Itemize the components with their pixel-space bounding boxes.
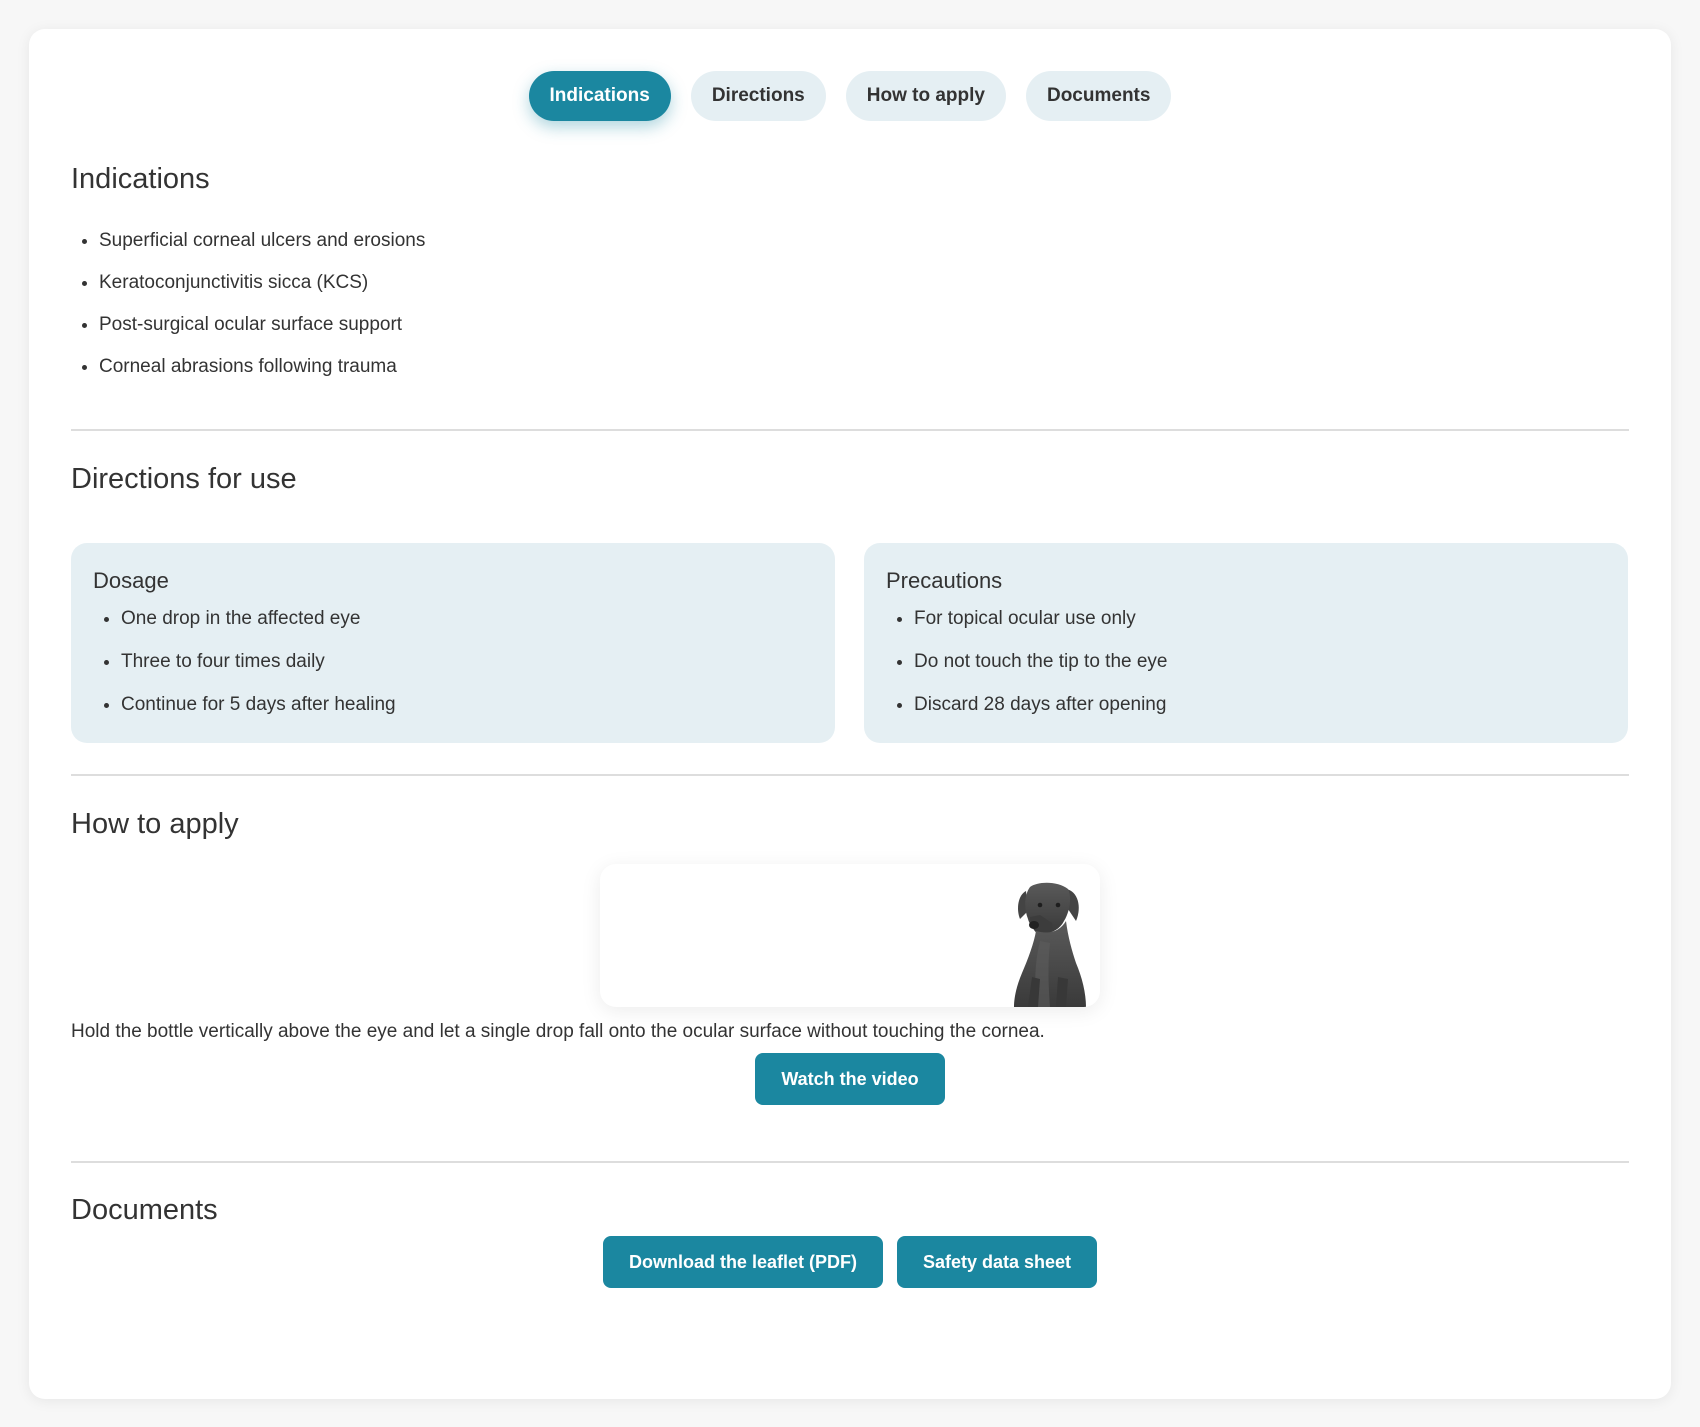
list-item: Keratoconjunctivitis sicca (KCS): [99, 272, 425, 294]
list-item: Post-surgical ocular surface support: [99, 314, 425, 336]
directions-section: Directions for use Dosage One drop in th…: [71, 462, 1629, 743]
directions-boxes: Dosage One drop in the affected eye Thre…: [71, 543, 1629, 743]
documents-button-row: Download the leaflet (PDF) Safety data s…: [71, 1236, 1629, 1288]
tab-bar: Indications Directions How to apply Docu…: [29, 71, 1671, 121]
list-item: Continue for 5 days after healing: [121, 694, 813, 716]
tab-documents[interactable]: Documents: [1025, 71, 1172, 121]
directions-heading: Directions for use: [71, 463, 297, 495]
dosage-list: One drop in the affected eye Three to fo…: [93, 608, 813, 716]
download-leaflet-button[interactable]: Download the leaflet (PDF): [602, 1236, 883, 1288]
documents-heading: Documents: [71, 1194, 218, 1226]
safety-data-sheet-button[interactable]: Safety data sheet: [896, 1236, 1098, 1288]
how-to-apply-heading: How to apply: [71, 808, 239, 840]
precautions-heading: Precautions: [886, 568, 1003, 593]
dosage-heading: Dosage: [93, 568, 169, 593]
how-to-apply-section: How to apply Hold the bottle vertically …: [71, 807, 1629, 1105]
dosage-box: Dosage One drop in the affected eye Thre…: [71, 543, 835, 743]
list-item: Corneal abrasions following trauma: [99, 356, 425, 378]
dog-image: [1014, 882, 1086, 1007]
list-item: For topical ocular use only: [914, 608, 1606, 630]
video-thumbnail[interactable]: [600, 864, 1100, 1007]
tab-indications[interactable]: Indications: [528, 71, 671, 121]
list-item: Superficial corneal ulcers and erosions: [99, 230, 425, 252]
documents-section: Documents Download the leaflet (PDF) Saf…: [71, 1193, 1629, 1288]
how-to-apply-text: Hold the bottle vertically above the eye…: [71, 1021, 1045, 1042]
indications-heading: Indications: [71, 163, 210, 195]
section-divider: [71, 774, 1629, 776]
indications-list: Superficial corneal ulcers and erosions …: [71, 230, 425, 398]
section-divider: [71, 429, 1629, 431]
list-item: Three to four times daily: [121, 651, 813, 673]
video-button-row: Watch the video: [71, 1053, 1629, 1105]
section-divider: [71, 1161, 1629, 1163]
indications-section: Indications Superficial corneal ulcers a…: [71, 162, 1629, 377]
list-item: Discard 28 days after opening: [914, 694, 1606, 716]
list-item: Do not touch the tip to the eye: [914, 651, 1606, 673]
tab-how-to-apply[interactable]: How to apply: [845, 71, 1006, 121]
watch-video-button[interactable]: Watch the video: [755, 1053, 945, 1105]
tab-directions[interactable]: Directions: [690, 71, 826, 121]
precautions-box: Precautions For topical ocular use only …: [864, 543, 1628, 743]
product-info-card: Indications Directions How to apply Docu…: [29, 29, 1671, 1399]
list-item: One drop in the affected eye: [121, 608, 813, 630]
precautions-list: For topical ocular use only Do not touch…: [886, 608, 1606, 716]
